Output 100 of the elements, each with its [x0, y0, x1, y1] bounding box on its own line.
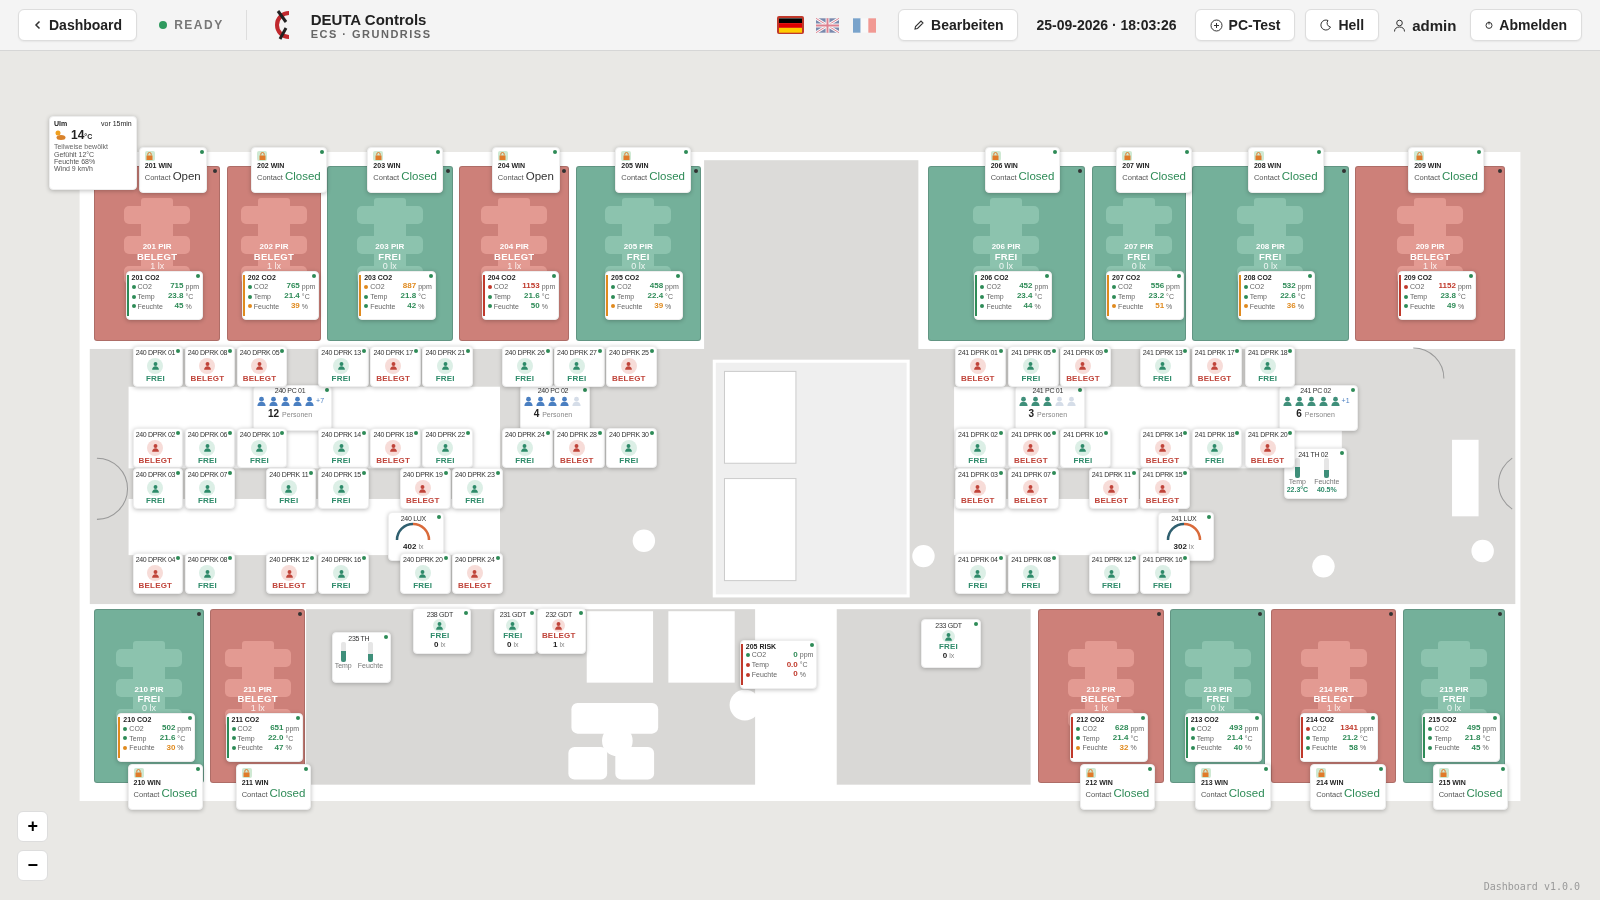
status-dot-icon — [384, 634, 389, 639]
lux-reading: 1 lx — [1094, 704, 1108, 714]
desk-status: FREI — [1021, 374, 1041, 384]
lock-icon — [133, 768, 144, 779]
metric-value: 42 — [406, 302, 417, 311]
status-label: READY — [174, 18, 224, 32]
status-dot-icon — [1183, 430, 1188, 435]
status-dot-icon — [1501, 767, 1506, 772]
lux-reading: 0 — [942, 652, 948, 661]
status-dot-icon — [1308, 274, 1313, 279]
metric-value: 1153 — [521, 282, 540, 292]
desk-status: BELEGT — [961, 374, 995, 384]
status-dot-icon — [1051, 430, 1056, 435]
contact-state: Closed — [1442, 169, 1478, 182]
pc-test-button[interactable]: PC-Test — [1194, 9, 1296, 41]
metric-value: 40 — [1232, 743, 1243, 753]
desk-status: BELEGT — [376, 456, 410, 466]
language-flag[interactable] — [777, 16, 805, 34]
status-dot-icon — [296, 716, 301, 721]
people-count: 6 — [1296, 407, 1302, 419]
back-button[interactable]: Dashboard — [18, 9, 138, 41]
status-dot-icon — [998, 348, 1003, 353]
theme-button[interactable]: Hell — [1305, 9, 1380, 41]
desk-status: FREI — [1205, 456, 1225, 466]
metric-value: 21.4 — [1226, 734, 1243, 743]
user-icon — [1393, 18, 1407, 32]
status-dot-icon — [1051, 471, 1056, 476]
lock-icon — [1438, 768, 1449, 779]
status-dot-icon — [545, 348, 550, 353]
status-dot-icon — [649, 348, 654, 353]
desk-status: BELEGT — [961, 497, 995, 507]
desk-status: FREI — [435, 456, 455, 466]
desk-status: FREI — [435, 374, 455, 384]
brand-title: DEUTA Controls — [310, 10, 428, 28]
status-dot-icon — [583, 387, 588, 392]
metric-value: 22.0 — [266, 734, 284, 743]
desk-status: FREI — [515, 456, 535, 466]
status-dot-icon — [187, 716, 192, 721]
door-arc — [1498, 457, 1513, 510]
zoom-out-button[interactable]: − — [17, 850, 49, 881]
contact-state: Closed — [1344, 787, 1380, 800]
desk-status: FREI — [567, 374, 587, 384]
desk-status: BELEGT — [242, 374, 277, 384]
status-dot-icon — [196, 767, 201, 772]
status-dot-icon — [529, 611, 534, 616]
status-dot-icon — [228, 348, 233, 353]
contact-state: Closed — [269, 787, 306, 800]
metric-value: 21.8 — [399, 292, 417, 302]
page-subtitle: ECS · GRUNDRISS — [310, 27, 432, 40]
status-dot-icon — [495, 471, 500, 476]
metric-value: 22.4 — [646, 292, 664, 302]
lux-reading: 0 lx — [141, 704, 156, 714]
metric-value: 30 — [165, 743, 176, 753]
status-dot-icon — [1493, 716, 1498, 721]
status-dot-icon — [1183, 471, 1188, 476]
edit-button[interactable]: Bearbeiten — [898, 9, 1019, 41]
occupancy-status: FREI — [378, 251, 402, 262]
contact-state: Closed — [649, 169, 685, 182]
status-dot-icon — [446, 169, 451, 174]
metric-value: 47 — [273, 743, 284, 753]
metric-value: 493 — [1228, 724, 1243, 734]
room-name: 209 PIR — [1415, 243, 1445, 252]
metric-value: 765 — [285, 282, 300, 292]
status-dot-icon — [998, 471, 1003, 476]
status-dot-icon — [1103, 348, 1108, 353]
lock-icon — [241, 768, 252, 779]
desk-status: BELEGT — [541, 632, 576, 641]
status-dot-icon — [325, 387, 330, 392]
metric-value: 45 — [173, 302, 184, 311]
desk-status: BELEGT — [1014, 497, 1048, 507]
people-count: 4 — [533, 407, 540, 419]
occupancy-status: BELEGT — [253, 251, 295, 262]
desk-status: FREI — [1073, 456, 1093, 466]
status-dot-icon — [597, 430, 602, 435]
lock-icon — [1316, 768, 1327, 779]
metric-value: 23.8 — [1439, 292, 1456, 302]
desk-status: BELEGT — [1014, 456, 1048, 466]
status-dot-icon — [578, 611, 583, 616]
lock-icon — [497, 150, 508, 161]
desk-status: FREI — [331, 497, 351, 507]
status-dot-icon — [973, 622, 978, 627]
logout-button[interactable]: Abmelden — [1470, 9, 1582, 41]
occupancy-status: FREI — [1206, 694, 1230, 704]
status-dot-icon — [309, 556, 314, 561]
zoom-in-button[interactable]: + — [17, 811, 49, 843]
status-dot-icon — [159, 21, 168, 29]
plus-circle-icon — [1209, 18, 1223, 32]
round-table-drawing — [632, 529, 656, 553]
metric-value: 0 — [792, 650, 798, 660]
room-name: 212 PIR — [1086, 685, 1116, 695]
status-dot-icon — [176, 556, 181, 561]
metric-value: 21.6 — [523, 292, 540, 302]
metric-value: 23.2 — [1147, 292, 1165, 302]
desk-status: FREI — [1021, 582, 1041, 591]
status-dot-icon — [443, 471, 448, 476]
version-label: Dashboard v1.0.0 — [1483, 881, 1580, 892]
metric-value: 21.4 — [1111, 734, 1129, 743]
status-dot-icon — [280, 430, 285, 435]
status-dot-icon — [683, 149, 688, 154]
metric-value: 1341 — [1339, 724, 1358, 734]
